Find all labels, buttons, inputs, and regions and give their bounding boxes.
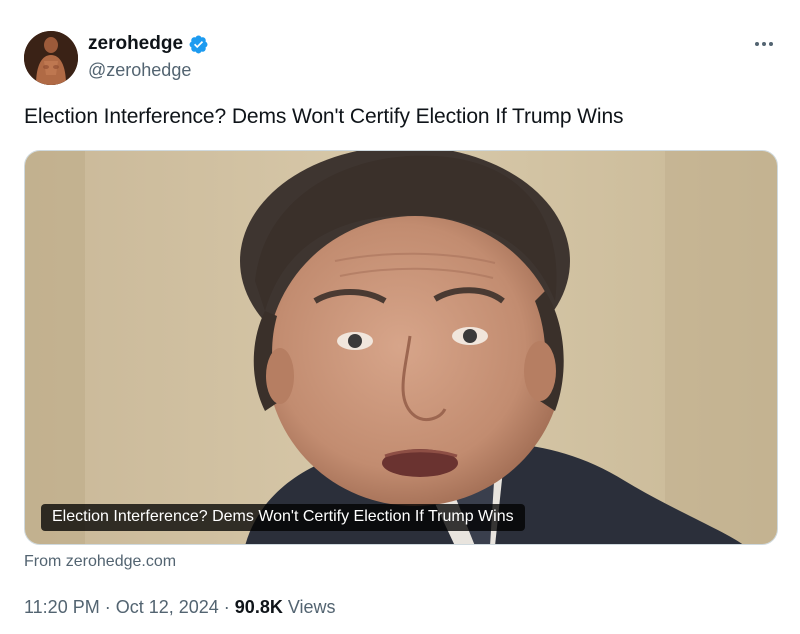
display-name-text: zerohedge (88, 33, 184, 54)
views-count[interactable]: 90.8K (235, 597, 283, 617)
card-photo (25, 151, 777, 544)
tweet: zerohedge @zerohedge Election Interferen… (0, 0, 800, 634)
verified-badge-icon (188, 34, 209, 55)
views-label: Views (287, 597, 336, 617)
author-handle[interactable]: @zerohedge (88, 60, 191, 81)
meta-separator: · (104, 597, 111, 617)
avatar[interactable] (24, 31, 78, 85)
tweet-text: Election Interference? Dems Won't Certif… (24, 105, 624, 128)
tweet-time[interactable]: 11:20 PM (24, 597, 100, 617)
more-options-icon[interactable] (752, 34, 776, 54)
avatar-image (24, 31, 78, 85)
tweet-date[interactable]: Oct 12, 2024 (116, 597, 219, 617)
tweet-meta: 11:20 PM · Oct 12, 2024 · 90.8K Views (24, 597, 336, 618)
card-caption: Election Interference? Dems Won't Certif… (41, 504, 525, 531)
card-source-link[interactable]: From zerohedge.com (24, 553, 176, 571)
author-display-name[interactable]: zerohedge (88, 33, 209, 55)
meta-separator: · (223, 597, 230, 617)
link-card-image[interactable]: Election Interference? Dems Won't Certif… (24, 150, 778, 545)
